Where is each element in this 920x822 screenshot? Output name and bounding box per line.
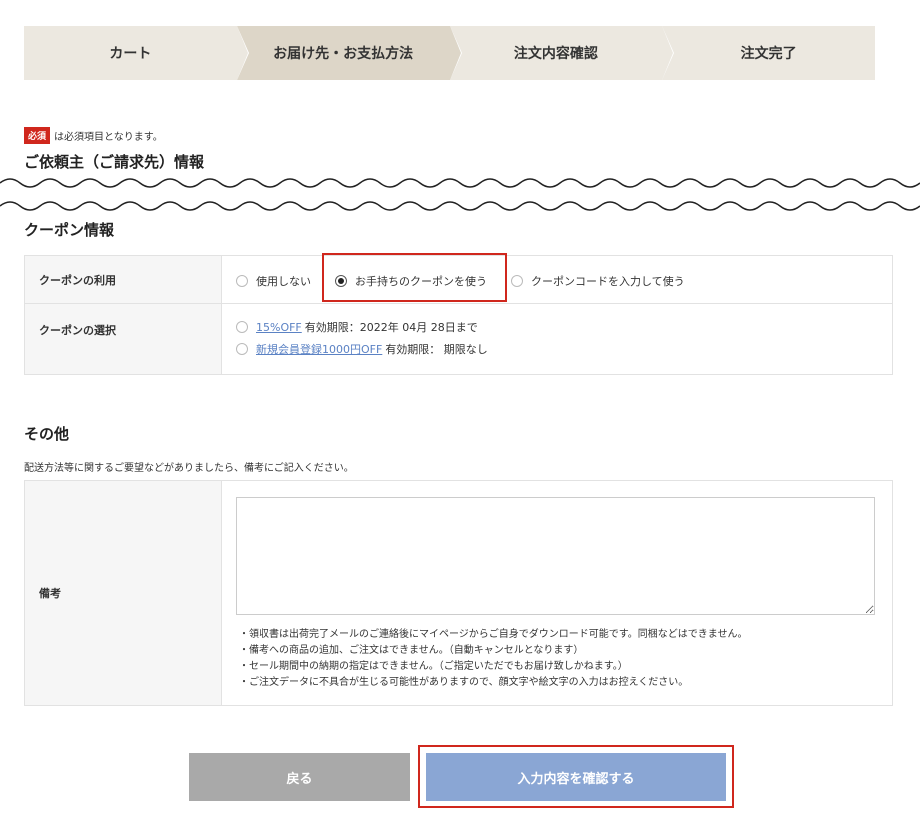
radio-label: お手持ちのクーポンを使う <box>355 275 487 288</box>
coupon-select-label: クーポンの選択 <box>25 304 222 374</box>
required-note-text: は必須項目となります。 <box>54 132 163 143</box>
other-section-title: その他 <box>24 425 70 443</box>
radio-no-coupon[interactable]: 使用しない <box>236 273 311 289</box>
step-confirm: 注文内容確認 <box>449 26 675 80</box>
client-info-title: ご依頼主（ご請求先）情報 <box>24 153 205 171</box>
note-item: ・備考への商品の追加、ご注文はできません。（自動キャンセルとなります） <box>239 645 584 656</box>
coupon-usage-row: クーポンの利用 使用しない お手持ちのクーポンを使う クーポンコードを入力して使… <box>25 253 892 304</box>
required-note: 必須 は必須項目となります。 <box>24 127 163 144</box>
required-badge: 必須 <box>24 127 51 144</box>
coupon-link[interactable]: 15%OFF <box>256 321 302 334</box>
step-complete: 注文完了 <box>662 26 875 80</box>
coupon-expiry: 有効期限： 期限なし <box>385 343 488 356</box>
radio-use-owned-coupon[interactable]: お手持ちのクーポンを使う <box>335 273 487 289</box>
coupon-table: クーポンの利用 使用しない お手持ちのクーポンを使う クーポンコードを入力して使… <box>24 253 893 375</box>
coupon-option[interactable]: 新規会員登録1000円OFF 有効期限： 期限なし <box>236 341 878 357</box>
radio-enter-coupon-code[interactable]: クーポンコードを入力して使う <box>511 273 685 289</box>
coupon-link[interactable]: 新規会員登録1000円OFF <box>256 341 382 357</box>
remarks-table: 備考 ・領収書は出荷完了メールのご連絡後にマイページからご自身でダウンロード可能… <box>24 480 893 706</box>
step-label: カート <box>109 46 152 62</box>
coupon-list: 15%OFF 有効期限：2022年 04月 28日まで 新規会員登録1000円O… <box>222 304 892 374</box>
radio-label: クーポンコードを入力して使う <box>531 275 685 288</box>
coupon-option[interactable]: 15%OFF 有効期限：2022年 04月 28日まで <box>236 319 878 335</box>
step-cart: カート <box>24 26 249 80</box>
radio-button[interactable] <box>236 321 248 333</box>
coupon-usage-options: 使用しない お手持ちのクーポンを使う クーポンコードを入力して使う <box>222 253 892 303</box>
radio-button[interactable] <box>511 275 523 287</box>
other-intro-text: 配送方法等に関するご要望などがありましたら、備考にご記入ください。 <box>24 463 354 474</box>
remarks-body: ・領収書は出荷完了メールのご連絡後にマイページからご自身でダウンロード可能です。… <box>222 481 892 705</box>
confirm-input-button[interactable]: 入力内容を確認する <box>426 753 726 801</box>
checkout-steps: カート お届け先・お支払方法 注文内容確認 注文完了 <box>24 26 875 80</box>
step-label: お届け先・お支払方法 <box>273 46 414 62</box>
coupon-usage-label: クーポンの利用 <box>25 256 222 303</box>
remarks-textarea[interactable] <box>236 497 875 615</box>
remarks-notes: ・領収書は出荷完了メールのご連絡後にマイページからご自身でダウンロード可能です。… <box>239 627 748 691</box>
coupon-select-row: クーポンの選択 15%OFF 有効期限：2022年 04月 28日まで 新規会員… <box>25 304 892 374</box>
radio-button[interactable] <box>236 343 248 355</box>
back-button[interactable]: 戻る <box>189 753 410 801</box>
wave-divider <box>0 201 920 211</box>
radio-label: 使用しない <box>256 275 311 288</box>
note-item: ・ご注文データに不具合が生じる可能性がありますので、顔文字や絵文字の入力はお控え… <box>239 677 689 688</box>
radio-button[interactable] <box>236 275 248 287</box>
step-label: 注文内容確認 <box>513 46 598 62</box>
note-item: ・セール期間中の納期の指定はできません。（ご指定いただでもお届け致しかねます。） <box>239 661 628 672</box>
step-shipping-payment: お届け先・お支払方法 <box>236 26 462 80</box>
note-item: ・領収書は出荷完了メールのご連絡後にマイページからご自身でダウンロード可能です。… <box>239 629 748 640</box>
coupon-expiry: 有効期限：2022年 04月 28日まで <box>304 321 478 334</box>
radio-button-checked[interactable] <box>335 275 347 287</box>
step-label: 注文完了 <box>740 46 797 62</box>
remarks-label: 備考 <box>25 481 222 705</box>
coupon-section-title: クーポン情報 <box>24 221 115 239</box>
wave-divider <box>0 178 920 188</box>
